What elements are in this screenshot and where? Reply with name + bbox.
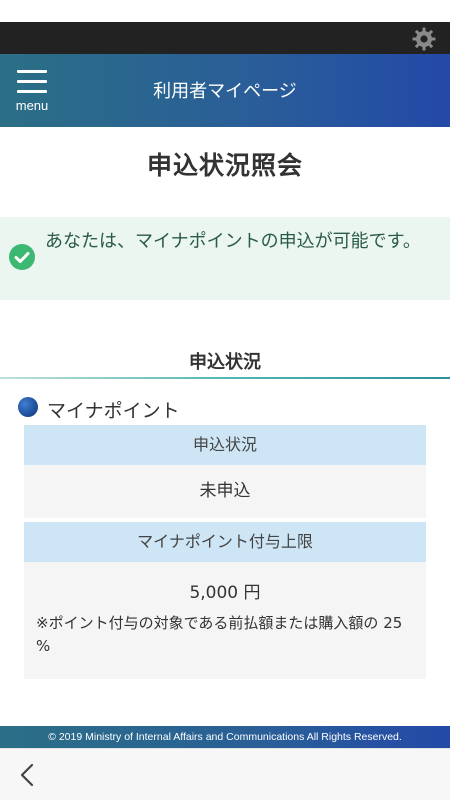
status-value: 未申込 xyxy=(24,465,426,518)
copyright-footer: © 2019 Ministry of Internal Affairs and … xyxy=(0,726,450,748)
limit-value: 5,000 円 xyxy=(189,583,261,603)
section-title: 申込状況 xyxy=(189,352,261,373)
check-circle-icon xyxy=(9,244,35,270)
page-title: 申込状況照会 xyxy=(146,151,303,180)
header-title: 利用者マイページ xyxy=(153,81,297,102)
gear-icon[interactable] xyxy=(412,27,436,51)
bottom-nav-bar xyxy=(0,748,450,800)
menu-label: menu xyxy=(15,98,49,113)
limit-cell: 5,000 円 ※ポイント付与の対象である前払額または購入額の 25 % xyxy=(24,562,426,679)
status-header: 申込状況 xyxy=(24,425,426,465)
status-strip xyxy=(0,0,450,22)
app-header: 利用者マイページ menu xyxy=(0,54,450,127)
menu-button[interactable]: menu xyxy=(10,68,54,116)
mynapoint-logo-icon xyxy=(18,397,38,417)
limit-header: マイナポイント付与上限 xyxy=(24,522,426,562)
notice-text: あなたは、マイナポイントの申込が可能です。 xyxy=(45,231,421,252)
mynapoint-label: マイナポイント xyxy=(47,400,180,422)
section-divider xyxy=(0,377,450,379)
limit-note: ※ポイント付与の対象である前払額または購入額の 25 % xyxy=(36,614,403,655)
status-table: 申込状況 未申込 マイナポイント付与上限 5,000 円 ※ポイント付与の対象で… xyxy=(24,425,426,679)
chevron-left-icon[interactable] xyxy=(14,761,42,789)
eligibility-notice: あなたは、マイナポイントの申込が可能です。 xyxy=(0,217,450,300)
toolbar-dark xyxy=(0,22,450,54)
